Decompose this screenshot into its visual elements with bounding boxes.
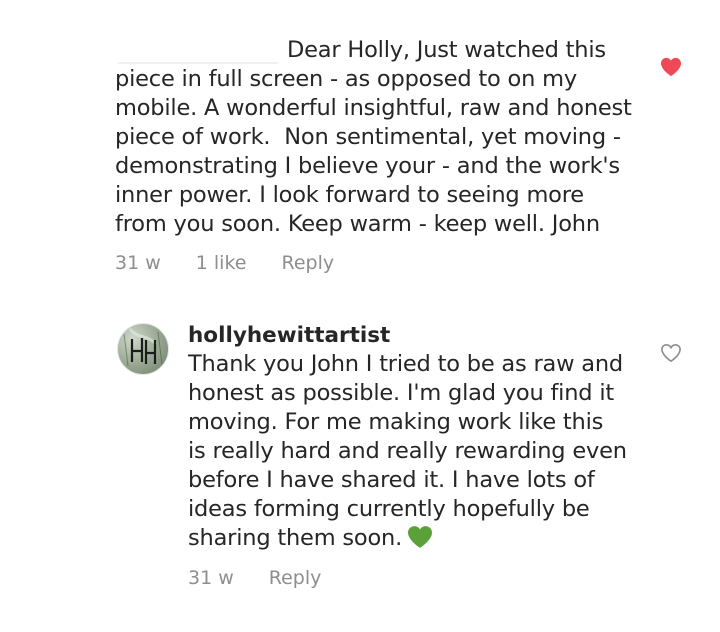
comment-line: mobile. A wonderful insightful, raw and … <box>115 95 632 121</box>
avatar-image <box>123 327 163 367</box>
avatar[interactable] <box>117 323 169 375</box>
heart-filled-icon[interactable] <box>660 57 682 77</box>
comment-line: honest as possible. I'm glad you find it <box>188 380 614 406</box>
comment-line: demonstrating I believe your - and the w… <box>115 153 620 179</box>
comment-text: Dear Holly, Just watched this piece in f… <box>115 36 645 239</box>
comment-time: 31 w <box>115 252 161 274</box>
comment-line: sharing them soon. <box>188 524 638 553</box>
comment-meta: 31 w 1 like Reply <box>115 252 369 274</box>
comment-line: piece in full screen - as opposed to on … <box>115 66 577 92</box>
comment-line: from you soon. Keep warm - keep well. Jo… <box>115 211 600 237</box>
green-heart-emoji-icon <box>408 526 433 548</box>
comment-text: Thank you John I tried to be as raw and … <box>188 350 638 553</box>
comment-line: piece of work. Non sentimental, yet movi… <box>115 124 621 150</box>
comment-reply: hollyhewittartist Thank you John I tried… <box>188 322 638 553</box>
comment-line: moving. For me making work like this <box>188 409 604 435</box>
comment-line: inner power. I look forward to seeing mo… <box>115 182 584 208</box>
like-count[interactable]: 1 like <box>196 252 247 274</box>
username[interactable]: hollyhewittartist <box>188 322 638 350</box>
comment-line: Dear Holly, Just watched this <box>287 37 606 63</box>
comment-line: Thank you John I tried to be as raw and <box>188 351 623 377</box>
comment-time: 31 w <box>188 567 234 589</box>
comment-line-text: sharing them soon. <box>188 525 403 551</box>
comment-line: ideas forming currently hopefully be <box>188 496 590 522</box>
comment-line: before I have shared it. I have lots of <box>188 467 595 493</box>
reply-button[interactable]: Reply <box>281 252 334 274</box>
comment-john: Dear Holly, Just watched this piece in f… <box>115 36 645 239</box>
heart-outline-icon[interactable] <box>660 343 682 363</box>
comment-meta: 31 w Reply <box>188 567 356 589</box>
reply-button[interactable]: Reply <box>269 567 322 589</box>
comment-line: is really hard and really rewarding even <box>188 438 627 464</box>
